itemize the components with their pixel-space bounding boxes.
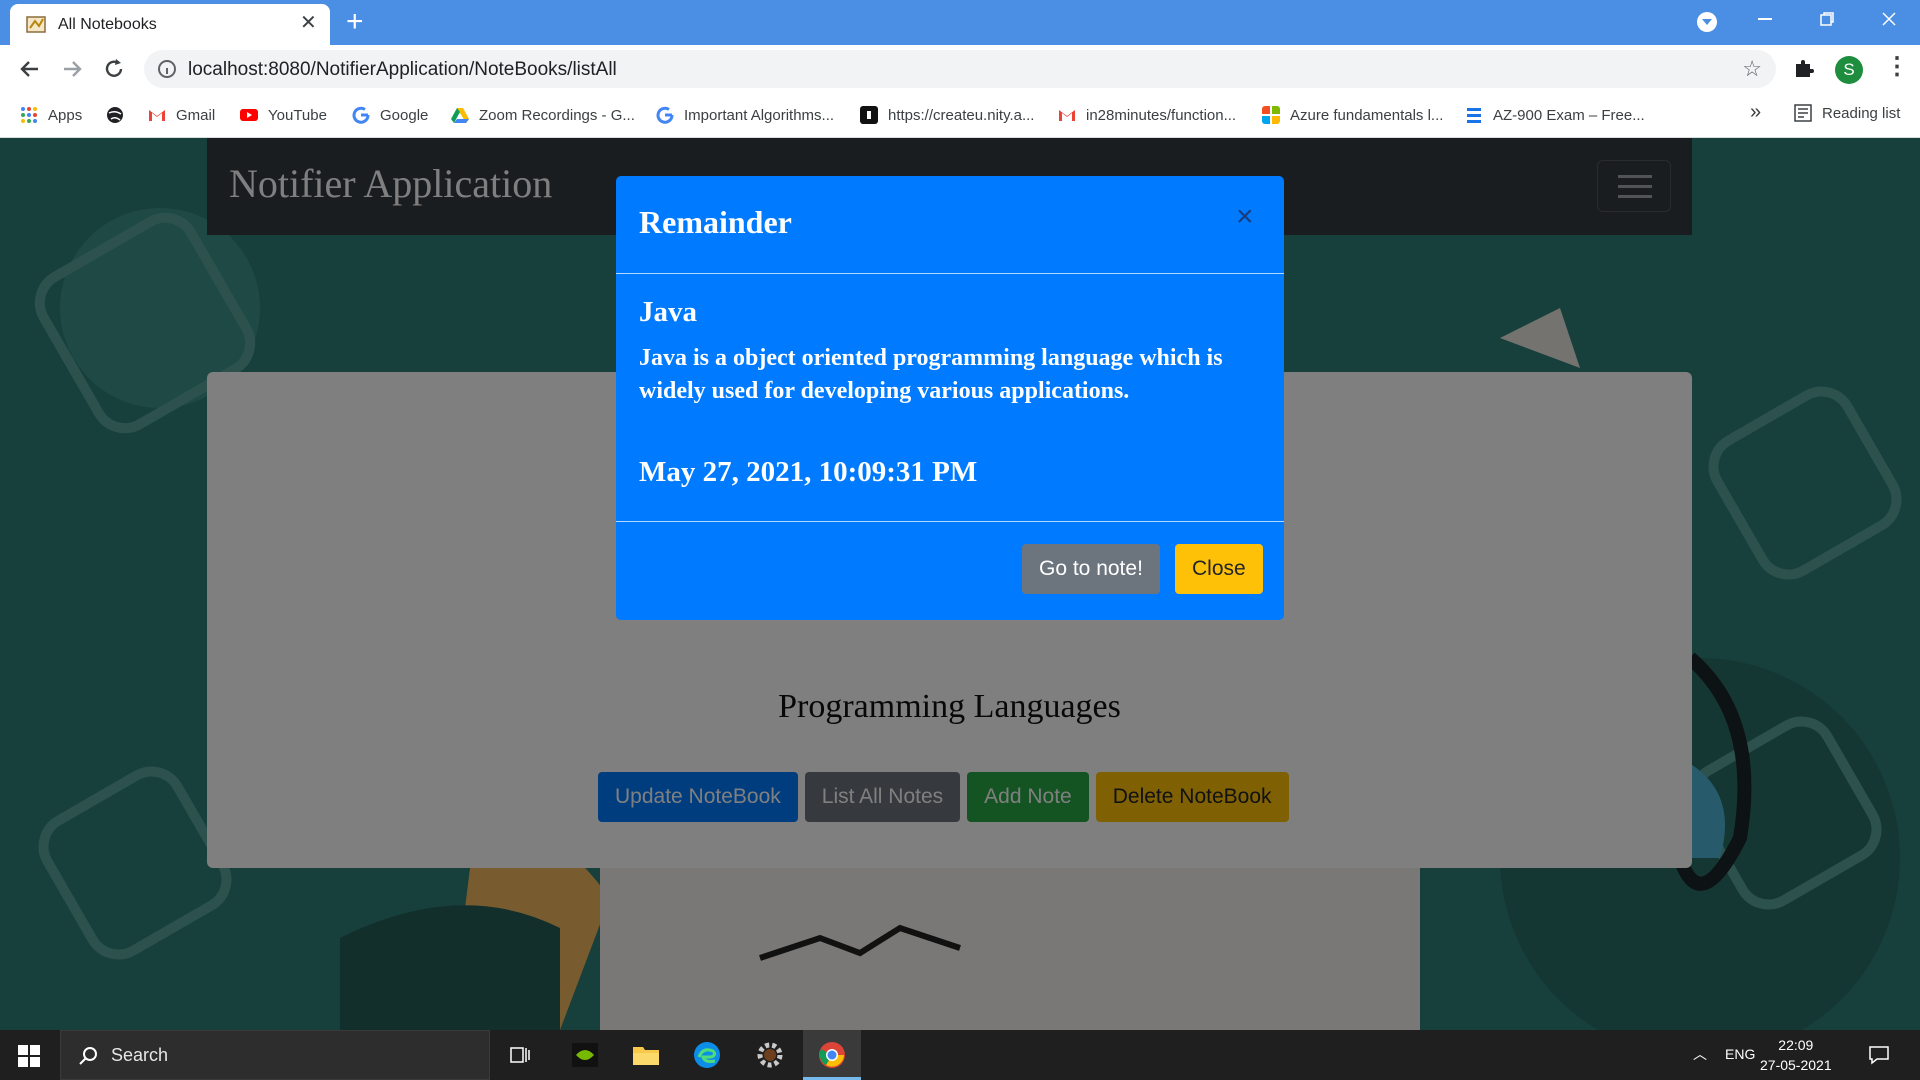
windows-taskbar: Search ︿ ENG 22:09 27-05-2021 [0,1030,1920,1080]
profile-avatar[interactable]: S [1835,56,1863,84]
modal-title: Remainder [639,204,792,240]
notebook-favicon-icon [26,16,46,33]
bookmark-apps[interactable]: Apps [20,104,82,126]
reading-list-button[interactable]: Reading list [1794,104,1900,122]
tab-search-button[interactable] [1697,12,1717,32]
globe-icon [107,107,123,123]
clock-time: 22:09 [1778,1037,1814,1053]
tab-title: All Notebooks [58,16,157,33]
minimize-icon[interactable] [1758,18,1772,20]
modal-close-icon[interactable]: × [1236,202,1254,232]
bookmarks-bar: Apps Gmail YouTube Google Zoom Recording… [0,93,1920,138]
bookmarks-overflow-button[interactable]: » [1750,101,1761,124]
bookmark-azure-fundamentals[interactable]: Azure fundamentals l... [1262,104,1443,126]
bookmark-gmail[interactable]: Gmail [148,104,215,126]
bookmark-google[interactable]: Google [352,104,428,126]
reminder-modal: Remainder × Java Java is a object orient… [616,176,1284,620]
browser-tab-active[interactable]: All Notebooks ✕ [10,4,330,45]
bookmark-createunity[interactable]: https://createu.nity.a... [860,104,1034,126]
extensions-puzzle-icon[interactable] [1793,57,1815,79]
bookmark-youtube[interactable]: YouTube [240,104,327,126]
folder-icon [633,1047,659,1065]
new-tab-button[interactable]: + [346,6,364,38]
language-indicator[interactable]: ENG [1725,1046,1755,1062]
gear-icon [757,1042,783,1068]
microsoft-icon [1262,106,1280,124]
notification-center-icon[interactable] [1868,1044,1890,1066]
back-arrow-icon[interactable] [16,55,44,83]
bookmark-label: https://createu.nity.a... [888,106,1035,124]
bookmark-az900[interactable]: AZ-900 Exam – Free... [1465,104,1645,126]
google-icon [656,106,674,124]
modal-footer: Go to note! Close [616,521,1284,620]
bookmark-label: Zoom Recordings - G... [479,106,635,124]
bookmark-label: in28minutes/function... [1086,106,1237,124]
taskbar-settings-app[interactable] [741,1030,799,1080]
bookmark-label: Azure fundamentals l... [1290,106,1444,124]
modal-header: Remainder × [616,176,1284,274]
site-icon [860,106,878,124]
browser-toolbar: localhost:8080/NotifierApplication/NoteB… [0,45,1920,93]
list-icon [1467,108,1481,123]
bookmark-in28minutes[interactable]: in28minutes/function... [1058,104,1236,126]
bookmark-label: YouTube [268,106,327,124]
show-hidden-icons-button[interactable]: ︿ [1693,1044,1707,1064]
gmail-icon [149,110,165,121]
restore-icon[interactable] [1820,12,1834,26]
google-icon [352,106,370,124]
browser-tab-strip: All Notebooks ✕ + [0,0,1920,45]
windows-start-icon[interactable] [18,1045,40,1067]
note-title: Java [639,296,697,328]
bookmark-zoom-recordings[interactable]: Zoom Recordings - G... [451,104,635,126]
web-page: Notifier Application Programming Languag… [0,138,1920,1030]
edge-icon [694,1042,720,1068]
task-view-icon [510,1047,530,1063]
reading-list-label: Reading list [1822,104,1901,122]
drive-icon [451,108,469,123]
close-button[interactable]: Close [1175,544,1263,594]
search-icon [79,1047,97,1065]
reload-icon[interactable] [100,55,128,83]
note-description: Java is a object oriented programming la… [639,345,1223,404]
clock-date: 27-05-2021 [1760,1057,1832,1073]
window-close-icon[interactable] [1882,12,1896,26]
nvidia-icon [572,1043,598,1067]
url-text[interactable]: localhost:8080/NotifierApplication/NoteB… [188,59,617,81]
tab-close-icon[interactable]: ✕ [300,13,317,33]
gmail-icon [1059,110,1075,121]
taskbar-search-label: Search [111,1045,169,1065]
forward-arrow-icon[interactable] [58,55,86,83]
taskbar-file-explorer[interactable] [617,1030,675,1080]
note-reminder-date: May 27, 2021, 10:09:31 PM [639,456,978,488]
bookmark-star-icon[interactable]: ☆ [1742,56,1762,82]
bookmark-label: Google [380,106,429,124]
chrome-icon [819,1042,845,1068]
bookmark-important-algorithms[interactable]: Important Algorithms... [656,104,834,126]
youtube-icon [240,109,258,121]
browser-menu-icon[interactable]: ⋮ [1885,53,1909,81]
taskbar-chrome[interactable] [803,1030,861,1080]
bookmark-label: AZ-900 Exam – Free... [1493,106,1645,124]
go-to-note-button[interactable]: Go to note! [1022,544,1160,594]
task-view-button[interactable] [491,1030,549,1080]
taskbar-edge[interactable] [678,1030,736,1080]
bookmark-label: Apps [48,106,83,124]
site-info-icon[interactable] [158,60,176,78]
taskbar-nvidia[interactable] [556,1030,614,1080]
bookmark-globe[interactable] [106,104,134,126]
apps-grid-icon [21,107,37,123]
address-bar[interactable]: localhost:8080/NotifierApplication/NoteB… [144,50,1776,88]
chevron-down-icon [1702,19,1712,25]
bookmark-label: Gmail [176,106,216,124]
taskbar-clock[interactable]: 22:09 27-05-2021 [1760,1035,1832,1075]
reading-list-icon [1794,104,1812,122]
taskbar-search-box[interactable]: Search [60,1030,490,1080]
bookmark-label: Important Algorithms... [684,106,835,124]
